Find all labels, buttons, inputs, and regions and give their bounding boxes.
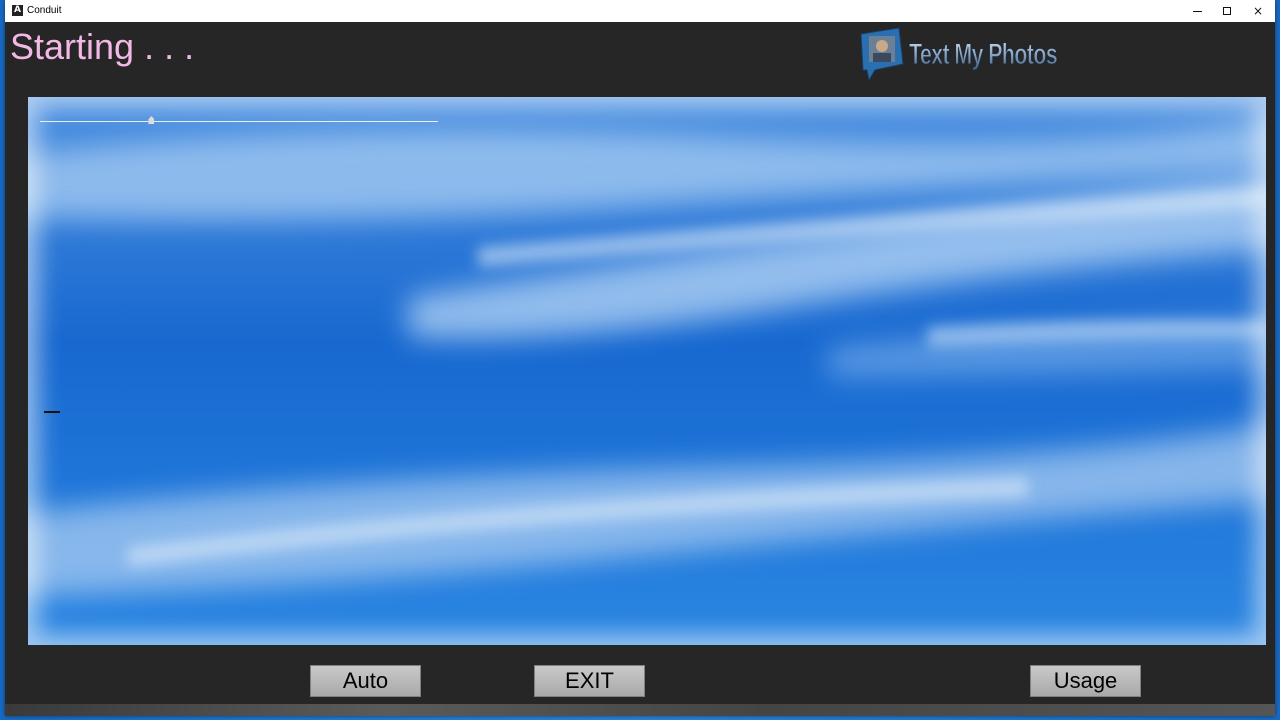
photo-display <box>28 97 1266 645</box>
logo-text: Text My Photos <box>909 38 1057 71</box>
sky-photo <box>28 97 1266 645</box>
photo-slider[interactable] <box>40 115 438 129</box>
speech-bubble-photo-icon <box>860 27 904 82</box>
minimize-button[interactable] <box>1182 0 1212 22</box>
window-title: Conduit <box>27 5 62 16</box>
title-bar[interactable]: A Conduit × <box>5 0 1275 22</box>
status-text: Starting . . . <box>10 26 195 67</box>
app-icon: A <box>12 5 23 16</box>
window-bottom-strip <box>5 704 1275 716</box>
text-my-photos-logo: Text My Photos <box>860 27 1059 82</box>
close-button[interactable]: × <box>1243 0 1273 22</box>
close-icon: × <box>1252 4 1264 18</box>
minimize-icon <box>1192 10 1202 12</box>
auto-button[interactable]: Auto <box>310 665 421 697</box>
app-window: A Conduit × Starting . . . Text My Photo… <box>5 0 1275 716</box>
slider-track[interactable] <box>40 121 438 122</box>
slider-thumb[interactable] <box>148 116 155 124</box>
text-cursor-mark <box>44 411 60 413</box>
maximize-icon <box>1223 7 1231 15</box>
usage-button[interactable]: Usage <box>1030 665 1141 697</box>
maximize-button[interactable] <box>1212 0 1242 22</box>
exit-button[interactable]: EXIT <box>534 665 645 697</box>
